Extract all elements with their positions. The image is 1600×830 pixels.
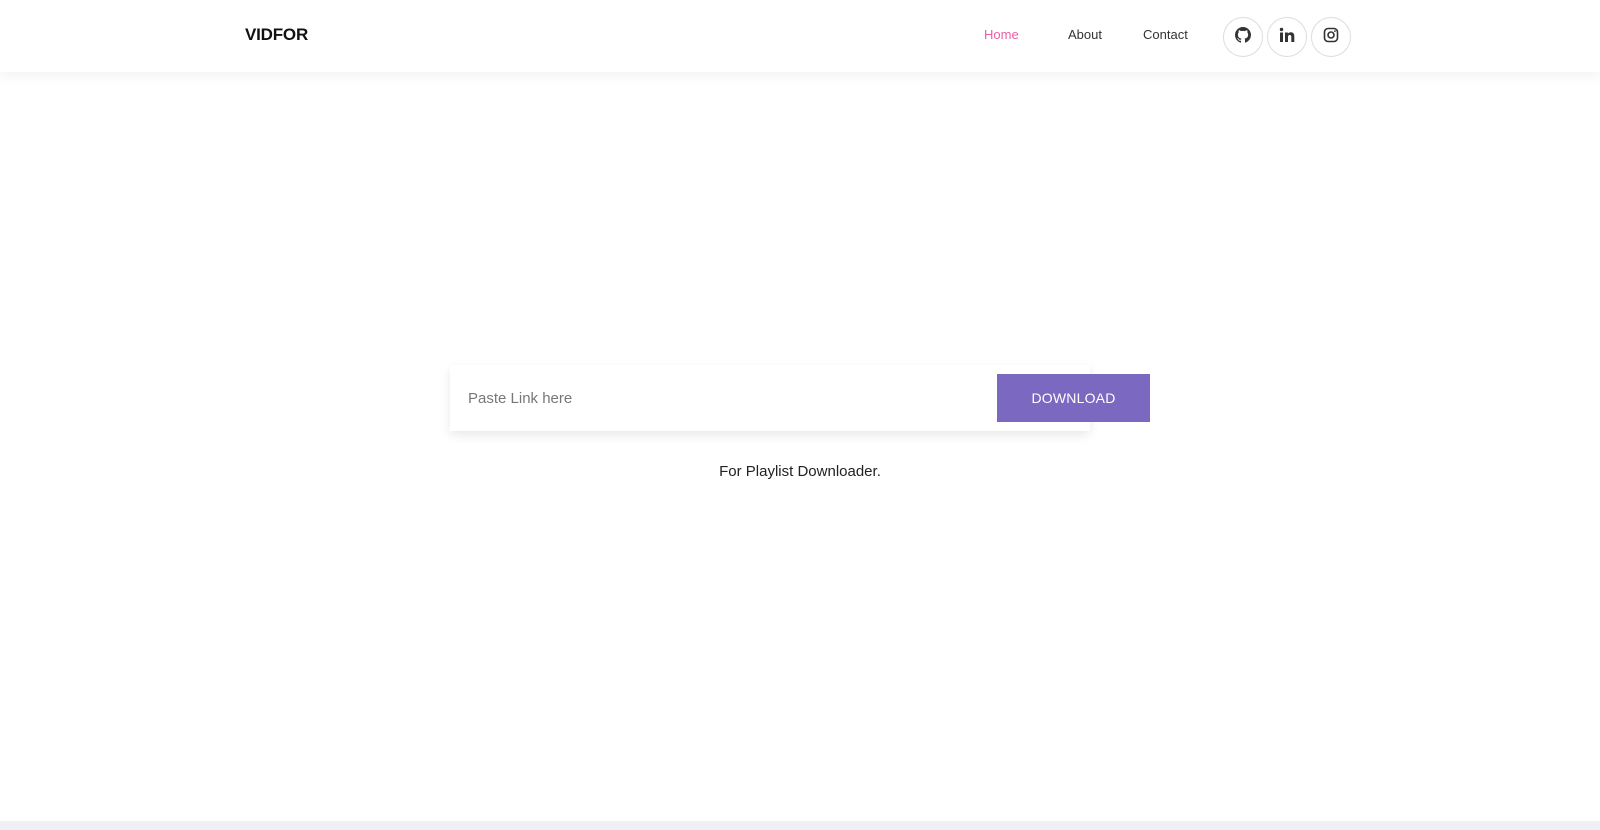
linkedin-icon — [1279, 27, 1295, 48]
top-navbar: VIDFOR Home About Contact — [0, 0, 1600, 72]
linkedin-button[interactable] — [1267, 17, 1307, 57]
instagram-button[interactable] — [1311, 17, 1351, 57]
github-button[interactable] — [1223, 17, 1263, 57]
social-links — [1223, 17, 1351, 57]
github-icon — [1235, 26, 1251, 48]
instagram-icon — [1323, 27, 1339, 48]
playlist-downloader-link[interactable]: For Playlist Downloader. — [0, 463, 1600, 480]
nav-about-link[interactable]: About — [1068, 27, 1102, 42]
brand-logo[interactable]: VIDFOR — [245, 25, 308, 45]
link-input-container — [450, 365, 1090, 431]
footer-strip — [0, 821, 1600, 830]
nav-home-link[interactable]: Home — [984, 27, 1019, 42]
download-button[interactable]: DOWNLOAD — [997, 374, 1150, 422]
nav-contact-link[interactable]: Contact — [1143, 27, 1188, 42]
paste-link-input[interactable] — [450, 365, 970, 431]
